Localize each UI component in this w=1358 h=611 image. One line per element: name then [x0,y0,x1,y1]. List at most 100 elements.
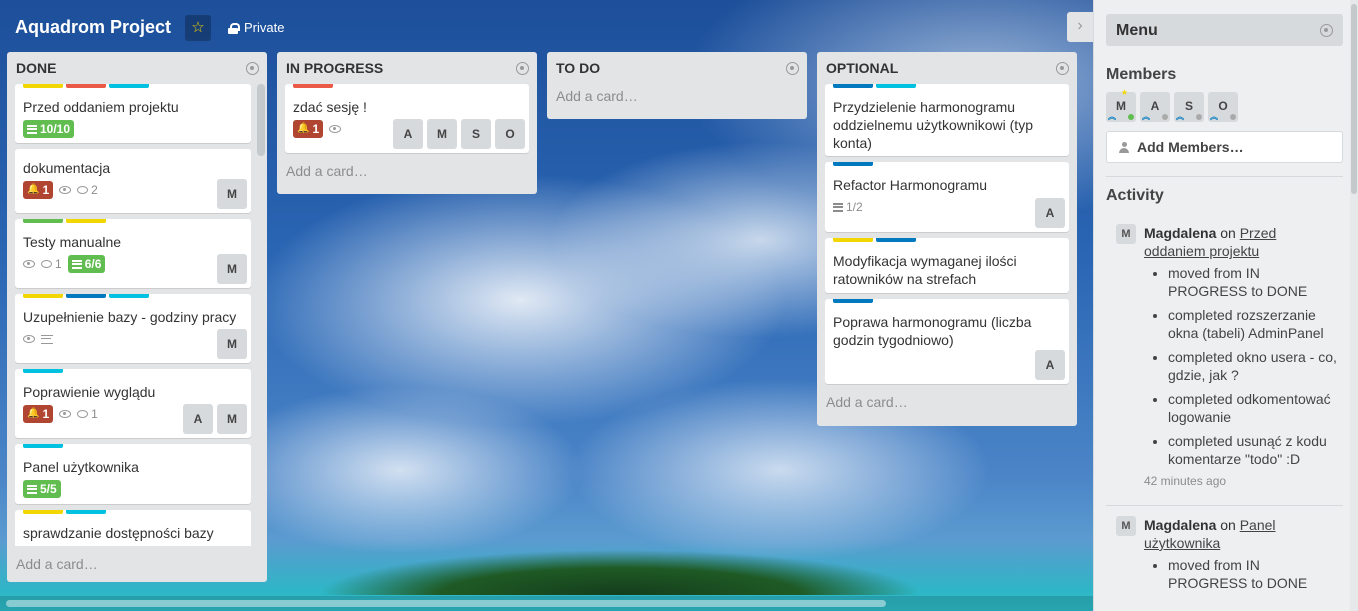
avatar[interactable]: O [495,119,525,149]
avatar[interactable]: M [217,329,247,359]
avatar[interactable]: M [217,179,247,209]
avatar[interactable]: M [217,404,247,434]
activity-user[interactable]: Magdalena [1144,517,1216,533]
avatar[interactable]: A [1035,350,1065,380]
avatar-initial: A [1150,99,1160,113]
star-icon[interactable]: ☆ [185,15,211,41]
avatar-initial: S [1184,99,1193,113]
card[interactable]: Panel użytkownika 5/5 [15,444,251,504]
list-menu-icon[interactable] [246,62,259,75]
list-title[interactable]: TO DO [556,60,600,76]
card[interactable]: Uzupełnienie bazy - godziny pracy M [15,294,251,363]
list-menu-icon[interactable] [786,62,799,75]
due-count: 1 [312,122,320,136]
activity-time[interactable]: 42 minutes ago [1144,474,1341,488]
add-card-button[interactable]: Add a card… [277,159,537,187]
list-title[interactable]: OPTIONAL [826,60,898,76]
card-labels [23,369,243,375]
admin-star-icon: ★ [1120,88,1128,97]
avatar[interactable]: A ︽ [1140,92,1170,122]
menu-header: Menu [1106,14,1343,46]
card[interactable]: Przydzielenie harmonogramu oddzielnemu u… [825,84,1069,156]
avatar[interactable]: S [461,119,491,149]
card[interactable]: Przed oddaniem projektu 10/10 [15,84,251,143]
add-card-button[interactable]: Add a card… [817,390,1077,418]
card[interactable]: Testy manualne 1 6/6 M [15,219,251,288]
card[interactable]: Poprawa harmonogramu (liczba godzin tygo… [825,299,1069,384]
board-horizontal-scrollbar[interactable] [0,596,1093,611]
offline-status-icon [1196,114,1202,120]
add-card-button[interactable]: Add a card… [547,84,807,112]
avatar[interactable]: M [217,254,247,284]
visibility-label: Private [244,20,285,35]
label-red [293,84,333,88]
due-badge: 🔔 1 [23,405,54,423]
scrollbar-thumb[interactable] [257,84,265,156]
avatar[interactable]: A [1035,198,1065,228]
bell-icon: 🔔 [27,184,40,195]
list-header[interactable]: TO DO [547,52,807,84]
scrollbar-thumb[interactable] [6,600,886,607]
card-title: Przed oddaniem projektu [23,99,179,115]
activity-detail: completed rozszerzanie okna (tabeli) Adm… [1168,306,1341,342]
avatar[interactable]: ★ M ︽ [1106,88,1136,122]
card-labels [833,299,1061,305]
list-menu-icon[interactable] [516,62,529,75]
card-labels [293,84,521,90]
label-yellow [833,238,873,242]
label-yellow [66,219,106,223]
checklist-icon [27,124,37,134]
card[interactable]: Refactor Harmonogramu 1/2 A [825,162,1069,232]
activity-title: Activity [1106,187,1164,204]
checklist-badge: 6/6 [67,255,106,273]
list-scrollbar[interactable] [257,84,265,546]
card-members: M [217,329,247,359]
card[interactable]: Poprawienie wyglądu 🔔 1 1 A M [15,369,251,438]
list-menu-icon[interactable] [1056,62,1069,75]
avatar[interactable]: M [1116,224,1136,244]
chevron-right-icon[interactable]: › [1067,12,1093,42]
sidebar-scrollbar[interactable] [1350,0,1358,611]
avatar[interactable]: M [1116,516,1136,536]
avatar[interactable]: A [393,119,423,149]
card[interactable]: sprawdzanie dostępności bazy przy logowa… [15,510,251,546]
comment-count: 1 [91,407,98,421]
list-header[interactable]: OPTIONAL [817,52,1077,84]
avatar[interactable]: O ︽ [1208,92,1238,122]
scrollbar-thumb[interactable] [1351,4,1357,194]
chevron-up-icon: ︽ [1142,112,1150,121]
card[interactable]: zdać sesję ! 🔔 1 A M S O [285,84,529,153]
avatar[interactable]: A [183,404,213,434]
due-badge: 🔔 1 [23,181,54,199]
watch-icon [23,335,35,343]
list-title[interactable]: DONE [16,60,56,76]
card-members: A [1035,198,1065,228]
list-done: DONE Przed oddaniem projektu 10/10 dokum… [7,52,267,582]
chevron-up-icon: ︽ [1108,112,1116,121]
card-labels [23,294,243,300]
card[interactable]: Modyfikacja wymaganej ilości ratowników … [825,238,1069,293]
label-blue [833,84,873,88]
board-title[interactable]: Aquadrom Project [15,17,171,38]
card-title: Przydzielenie harmonogramu oddzielnemu u… [833,99,1033,151]
comments-badge: 1 [41,257,62,271]
visibility-button[interactable]: Private [220,15,292,41]
avatar[interactable]: M [427,119,457,149]
card[interactable]: dokumentacja 🔔 1 2 M [15,149,251,213]
menu-close-icon[interactable] [1320,24,1333,37]
add-members-button[interactable]: Add Members… [1106,131,1343,163]
add-card-button[interactable]: Add a card… [7,552,267,580]
avatar[interactable]: S ︽ [1174,92,1204,122]
list-header[interactable]: DONE [7,52,267,84]
comments-badge: 1 [77,407,98,421]
card-list: Przed oddaniem projektu 10/10 dokumentac… [7,84,267,546]
card-title: Refactor Harmonogramu [833,177,988,193]
divider [1106,505,1343,506]
offline-status-icon [1162,114,1168,120]
activity-user[interactable]: Magdalena [1144,225,1216,241]
add-members-label: Add Members… [1137,139,1244,155]
list-title[interactable]: IN PROGRESS [286,60,383,76]
list-header[interactable]: IN PROGRESS [277,52,537,84]
label-blue [833,299,873,303]
card-badges: 5/5 [23,480,243,498]
